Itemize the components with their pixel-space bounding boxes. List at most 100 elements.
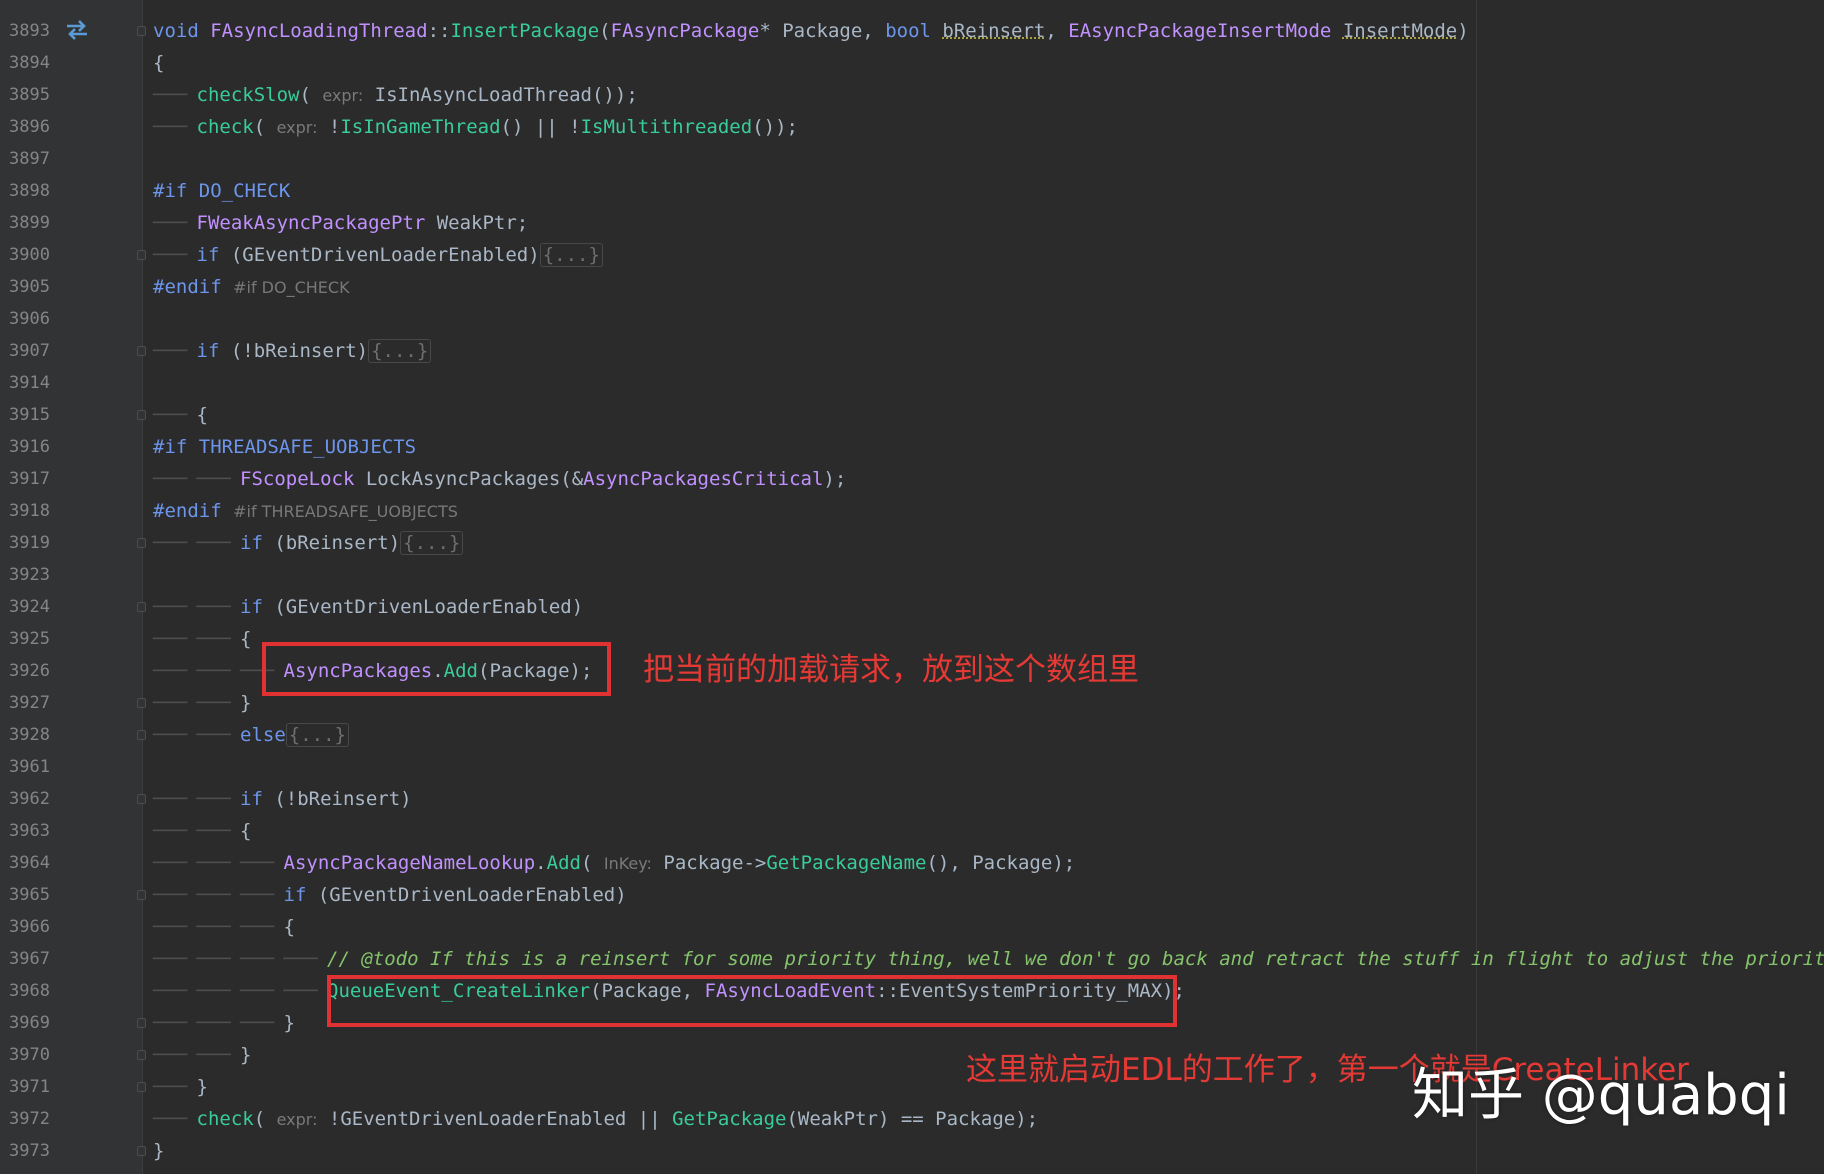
line-number: 3905 — [9, 277, 50, 297]
code-line[interactable]: 3914 — [0, 367, 1824, 399]
indent-guide: ─── — [196, 820, 231, 842]
code-line[interactable]: 3965 ─── ─── ─── if (GEventDrivenLoaderEnabl… — [0, 879, 1824, 911]
code-line[interactable]: 3898 #if DO_CHECK — [0, 175, 1824, 207]
code-text: if (GEventDrivenLoaderEnabled) — [283, 884, 627, 906]
line-number: 3924 — [9, 597, 50, 617]
fold-marker-icon[interactable] — [137, 602, 146, 612]
code-line[interactable]: 3928 ─── ─── else {...} — [0, 719, 1824, 751]
code-line[interactable]: 3906 — [0, 303, 1824, 335]
code-line[interactable]: 3961 — [0, 751, 1824, 783]
line-number: 3973 — [9, 1141, 50, 1161]
code-line[interactable]: 3962 ─── ─── if (!bReinsert) — [0, 783, 1824, 815]
code-text: } — [283, 1012, 295, 1034]
code-text: if (!bReinsert) {...} — [197, 335, 432, 367]
code-text: { — [240, 628, 252, 650]
indent-guide: ─── — [196, 788, 231, 810]
indent-guide: ─── — [283, 948, 318, 970]
code-line[interactable]: 3915 ─── { — [0, 399, 1824, 431]
fold-marker-icon[interactable] — [137, 1018, 146, 1028]
indent-guide: ─── — [196, 724, 231, 746]
line-number: 3907 — [9, 341, 50, 361]
code-text: { — [283, 916, 295, 938]
indent-guide: ─── — [153, 596, 188, 618]
fold-marker-icon[interactable] — [137, 538, 146, 548]
code-text: } — [196, 1076, 208, 1098]
code-line[interactable]: 3900 ─── if (GEventDrivenLoaderEnabled) {..… — [0, 239, 1824, 271]
code-text: { — [153, 52, 165, 74]
code-text: FWeakAsyncPackagePtr WeakPtr; — [196, 212, 529, 234]
fold-marker-icon[interactable] — [137, 794, 146, 804]
indent-guide: ─── — [196, 948, 231, 970]
indent-guide: ─── — [196, 852, 231, 874]
code-text: checkSlow( expr: IsInAsyncLoadThread()); — [196, 84, 638, 106]
fold-marker-icon[interactable] — [137, 1050, 146, 1060]
fold-marker-icon[interactable] — [137, 410, 146, 420]
code-text: { — [196, 404, 208, 426]
fold-marker-icon[interactable] — [137, 730, 146, 740]
line-number: 3963 — [9, 821, 50, 841]
fold-marker-icon[interactable] — [137, 1146, 146, 1156]
code-line[interactable]: 3973} — [0, 1135, 1824, 1167]
line-number: 3926 — [9, 661, 50, 681]
indent-guide: ─── — [153, 788, 188, 810]
fold-marker-icon[interactable] — [137, 1082, 146, 1092]
indent-guide: ─── — [153, 884, 188, 906]
code-text: if (!bReinsert) — [240, 788, 412, 810]
highlight-box-create-linker — [327, 975, 1177, 1027]
fold-marker-icon[interactable] — [137, 698, 146, 708]
indent-guide: ─── — [196, 916, 231, 938]
indent-guide: ─── — [196, 532, 231, 554]
code-text: AsyncPackageNameLookup.Add( InKey: Packa… — [283, 852, 1076, 874]
fold-marker-icon[interactable] — [137, 890, 146, 900]
indent-guide: ─── — [153, 340, 188, 362]
code-line[interactable]: 3899 ─── FWeakAsyncPackagePtr WeakPtr; — [0, 207, 1824, 239]
indent-guide: ─── — [153, 660, 188, 682]
code-line[interactable]: 3893 void FAsyncLoadingThread::InsertPack… — [0, 15, 1824, 47]
indent-guide: ─── — [196, 980, 231, 1002]
code-line[interactable]: 3919 ─── ─── if (bReinsert) {...} — [0, 527, 1824, 559]
indent-guide: ─── — [153, 468, 188, 490]
code-line[interactable]: 3894 { — [0, 47, 1824, 79]
indent-guide: ─── — [153, 980, 188, 1002]
fold-marker-icon[interactable] — [137, 250, 146, 260]
code-text: else {...} — [240, 719, 349, 751]
code-line[interactable]: 3923 — [0, 559, 1824, 591]
indent-guide: ─── — [196, 596, 231, 618]
indent-guide: ─── — [153, 1108, 188, 1130]
indent-guide: ─── — [153, 1012, 188, 1034]
indent-guide: ─── — [153, 116, 188, 138]
fold-marker-icon[interactable] — [137, 26, 146, 36]
code-line[interactable]: 3917 ─── ─── FScopeLock LockAsyncPackages(&… — [0, 463, 1824, 495]
line-number: 3967 — [9, 949, 50, 969]
code-line[interactable]: 3896 ─── check( expr: !IsInGameThread() ||… — [0, 111, 1824, 143]
indent-guide: ─── — [240, 980, 275, 1002]
line-number: 3968 — [9, 981, 50, 1001]
code-line[interactable]: 3964 ─── ─── ─── AsyncPackageNameLookup.Add(… — [0, 847, 1824, 879]
code-line[interactable]: 3897 — [0, 143, 1824, 175]
line-number: 3894 — [9, 53, 50, 73]
indent-guide: ─── — [196, 1012, 231, 1034]
code-line[interactable]: 3963 ─── ─── { — [0, 815, 1824, 847]
indent-guide: ─── — [196, 468, 231, 490]
line-number: 3969 — [9, 1013, 50, 1033]
line-number: 3961 — [9, 757, 50, 777]
line-number: 3970 — [9, 1045, 50, 1065]
code-line[interactable]: 3924 ─── ─── if (GEventDrivenLoaderEnabled) — [0, 591, 1824, 623]
indent-guide: ─── — [153, 724, 188, 746]
indent-guide: ─── — [196, 660, 231, 682]
code-line[interactable]: 3918 #endif #if THREADSAFE_UOBJECTS — [0, 495, 1824, 527]
code-line[interactable]: 3895 ─── checkSlow( expr: IsInAsyncLoadThr… — [0, 79, 1824, 111]
code-text: check( expr: !IsInGameThread() || !IsMul… — [196, 116, 798, 138]
line-number: 3897 — [9, 149, 50, 169]
fold-marker-icon[interactable] — [137, 346, 146, 356]
code-text: check( expr: !GEventDrivenLoaderEnabled … — [196, 1108, 1039, 1130]
code-line[interactable]: 3916 #if THREADSAFE_UOBJECTS — [0, 431, 1824, 463]
line-number: 3898 — [9, 181, 50, 201]
indent-guide: ─── — [153, 1044, 188, 1066]
code-line[interactable]: 3905 #endif #if DO_CHECK — [0, 271, 1824, 303]
annotation-add-package: 把当前的加载请求，放到这个数组里 — [643, 652, 1139, 688]
line-number: 3971 — [9, 1077, 50, 1097]
code-line[interactable]: 3967 ─── ─── ─── ─── // @todo If this is a re… — [0, 943, 1824, 975]
code-line[interactable]: 3907 ─── if (!bReinsert) {...} — [0, 335, 1824, 367]
code-line[interactable]: 3966 ─── ─── ─── { — [0, 911, 1824, 943]
